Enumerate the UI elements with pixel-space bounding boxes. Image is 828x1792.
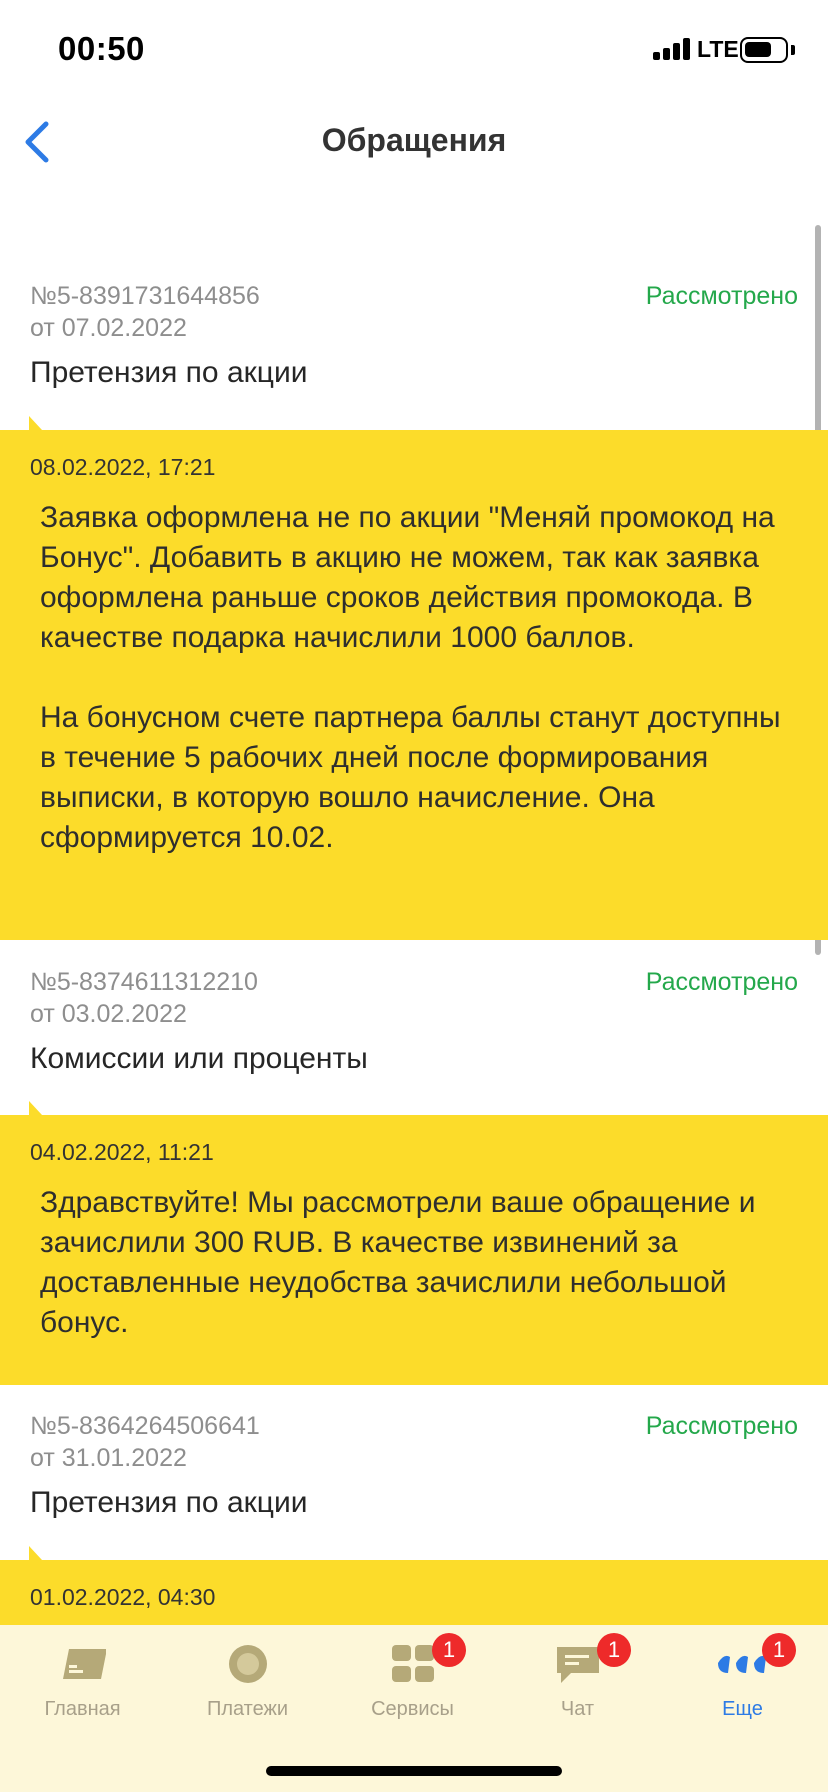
services-grid-icon	[392, 1645, 434, 1682]
tab-services[interactable]: 1 Сервисы	[330, 1625, 495, 1740]
tab-more[interactable]: 1 Еще	[660, 1625, 825, 1740]
status-time: 00:50	[58, 30, 145, 67]
payments-icon	[229, 1645, 267, 1683]
chat-icon	[557, 1647, 599, 1683]
ticket-date: от 03.02.2022	[30, 1000, 187, 1028]
ticket-item[interactable]: №5-8374611312210 от 03.02.2022 Рассмотре…	[0, 966, 828, 1106]
ticket-number: №5-8391731644856	[30, 282, 260, 310]
tab-chat[interactable]: 1 Чат	[495, 1625, 660, 1740]
tab-label: Сервисы	[371, 1698, 454, 1720]
notification-badge: 1	[597, 1633, 631, 1667]
ticket-status: Рассмотрено	[645, 968, 798, 996]
tab-label: Платежи	[206, 1698, 289, 1720]
ticket-item[interactable]: №5-8391731644856 от 07.02.2022 Рассмотре…	[0, 280, 828, 420]
reply-time: 04.02.2022, 11:21	[30, 1139, 214, 1165]
ticket-date: от 31.01.2022	[30, 1444, 187, 1472]
battery-cap	[791, 45, 795, 55]
reply-text: Здравствуйте! Мы рассмотрели ваше обраще…	[40, 1186, 756, 1339]
nav-bar: Обращения	[0, 100, 828, 190]
reply-message: 04.02.2022, 11:21 Здравствуйте! Мы рассм…	[0, 1115, 828, 1385]
card-icon	[63, 1649, 106, 1679]
ticket-status: Рассмотрено	[645, 282, 798, 310]
notification-badge: 1	[432, 1633, 466, 1667]
ticket-number: №5-8364264506641	[30, 1412, 260, 1440]
tab-label: Главная	[44, 1698, 121, 1720]
tab-payments[interactable]: Платежи	[165, 1625, 330, 1740]
reply-tail	[29, 1546, 42, 1560]
notification-badge: 1	[762, 1633, 796, 1667]
ticket-item[interactable]: №5-8364264506641 от 31.01.2022 Рассмотре…	[0, 1410, 828, 1550]
reply-tail	[29, 416, 42, 430]
ticket-status: Рассмотрено	[645, 1412, 798, 1440]
ticket-subject: Претензия по акции	[30, 356, 308, 389]
battery-icon	[740, 37, 788, 63]
ticket-number: №5-8374611312210	[30, 968, 258, 996]
page-title: Обращения	[321, 122, 507, 158]
reply-time: 01.02.2022, 04:30	[30, 1584, 216, 1610]
signal-icon	[653, 38, 691, 60]
home-indicator	[266, 1766, 562, 1776]
tab-home[interactable]: Главная	[0, 1625, 165, 1740]
ticket-subject: Комиссии или проценты	[30, 1042, 368, 1075]
reply-text: Заявка оформлена не по акции "Меняй пром…	[40, 501, 781, 854]
status-bar: 00:50 LTE	[0, 0, 828, 100]
reply-time: 08.02.2022, 17:21	[30, 454, 216, 480]
network-type: LTE	[697, 36, 739, 62]
ticket-subject: Претензия по акции	[30, 1486, 308, 1519]
reply-message: 08.02.2022, 17:21 Заявка оформлена не по…	[0, 430, 828, 940]
tab-label: Еще	[722, 1698, 763, 1720]
tab-label: Чат	[560, 1698, 595, 1720]
reply-tail	[29, 1101, 42, 1115]
ticket-date: от 07.02.2022	[30, 314, 187, 342]
